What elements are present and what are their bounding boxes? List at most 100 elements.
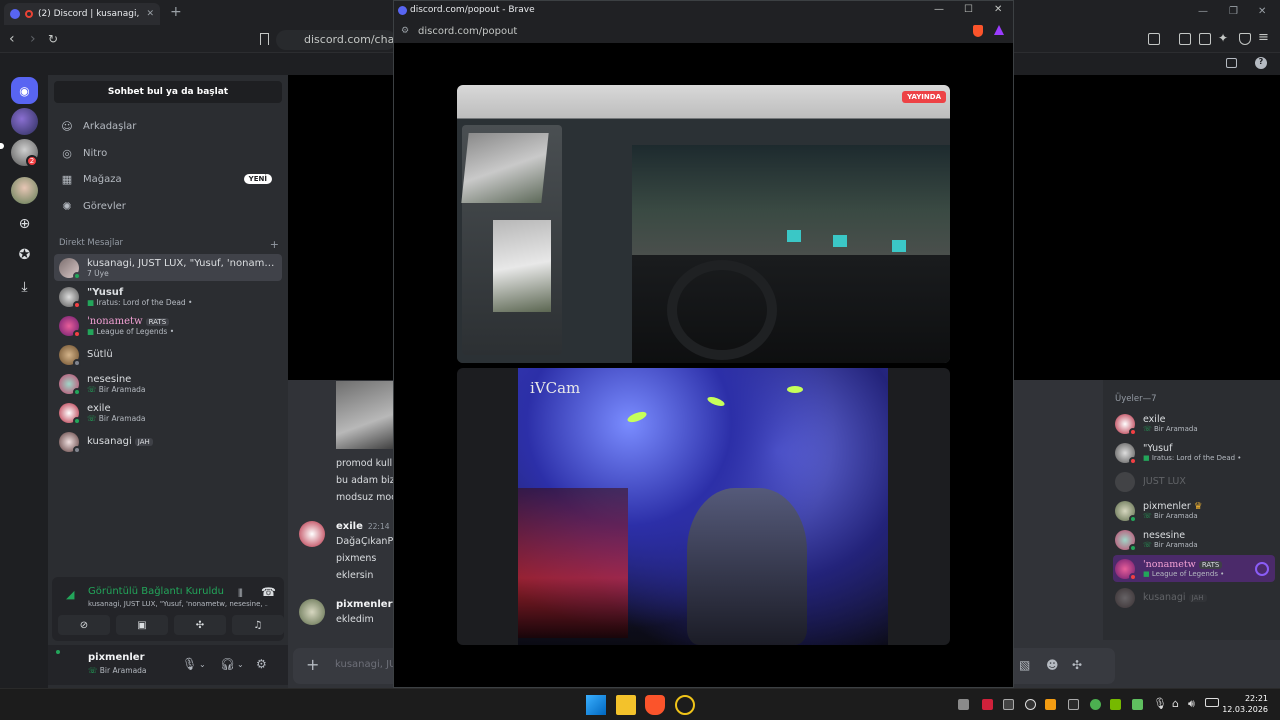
inbox-icon[interactable] [1226,58,1237,68]
server-icon-3[interactable] [11,177,38,204]
server-icon-1[interactable] [11,108,38,135]
close-tab-icon[interactable]: ✕ [146,9,154,19]
dm-item-yusuf[interactable]: "Yusuf ■ Iratus: Lord of the Dead • [54,283,282,310]
brave-browser-icon[interactable] [645,695,665,715]
user-name[interactable]: pixmenler [88,652,145,663]
maximize-icon[interactable]: ☐ [964,4,973,15]
bookmark-icon[interactable] [260,33,269,45]
battery-icon[interactable] [1205,698,1219,707]
app-icon[interactable] [675,695,695,715]
camera-stream[interactable]: iVCam [457,368,950,645]
noise-suppression-icon[interactable]: ⦀ [238,587,243,601]
forward-icon[interactable]: › [30,31,36,47]
rewards-icon[interactable] [994,25,1004,35]
minimize-icon[interactable]: — [1198,6,1208,17]
message-image[interactable] [336,381,396,449]
headphones-icon[interactable]: 🎧︎ [220,657,235,671]
chevron-down-icon[interactable]: ⌄ [237,660,244,669]
member-item[interactable]: kusanagi JAH [1113,584,1275,611]
microphone-icon[interactable]: 🎙︎ [1153,697,1167,710]
cab-light [787,230,801,242]
close-window-icon[interactable]: ✕ [1258,6,1266,17]
activities-button[interactable]: ✣ [174,615,226,635]
find-conversation-button[interactable]: Sohbet bul ya da başlat [54,81,282,103]
minimize-icon[interactable]: — [934,4,944,15]
voice-status[interactable]: Görüntülü Bağlantı Kuruldu [88,586,224,597]
url-field[interactable]: discord.com/channel [276,30,396,50]
member-item[interactable]: nesesine ☏ Bir Aramada [1113,526,1275,553]
file-explorer-icon[interactable] [616,695,636,715]
dm-item-sutlu[interactable]: Sütlü [54,341,282,368]
tray-icon[interactable] [1110,699,1121,710]
network-icon[interactable]: ⌂ [1172,697,1179,710]
tray-icon[interactable] [1003,699,1014,710]
wallet-icon[interactable] [1199,33,1211,45]
member-item[interactable]: JUST LUX [1113,468,1275,495]
clock[interactable]: 22:21 12.03.2026 [1222,693,1268,715]
lower-mirror [493,220,551,312]
start-button-icon[interactable] [586,695,606,715]
dm-item-exile[interactable]: exile ☏ Bir Aramada [54,399,282,426]
chevron-down-icon[interactable]: ⌄ [199,660,206,669]
discover-icon[interactable]: ✪ [11,241,38,268]
gear-icon[interactable]: ⚙ [256,657,267,671]
message-avatar[interactable] [299,521,325,547]
tray-icon[interactable] [1132,699,1143,710]
message-avatar[interactable] [299,599,325,625]
dm-item-nonametw[interactable]: 'nonametw RATS ■ League of Legends • [54,312,282,339]
tray-icon[interactable] [958,699,969,710]
close-window-icon[interactable]: ✕ [994,4,1002,15]
restore-icon[interactable]: ❐ [1229,6,1238,17]
nav-nitro[interactable]: ◎ Nitro [54,141,282,165]
popout-url[interactable]: discord.com/popout [418,26,517,37]
leo-ai-icon[interactable]: ✦ [1218,31,1228,45]
new-tab-button[interactable]: + [170,4,182,20]
attach-button[interactable]: + [306,655,319,674]
volume-icon[interactable]: 🔊︎ [1188,697,1195,711]
reload-icon[interactable]: ↻ [48,32,58,46]
sidebar-icon[interactable] [1179,33,1191,45]
apps-icon[interactable]: ✣ [1072,658,1082,672]
help-icon[interactable]: ? [1255,57,1267,69]
dm-item-nesesine[interactable]: nesesine ☏ Bir Aramada [54,370,282,397]
member-item[interactable]: "Yusuf ■ Iratus: Lord of the Dead • [1113,439,1275,466]
download-icon[interactable]: ⤓ [11,273,38,300]
dm-item-group[interactable]: kusanagi, JUST LUX, "Yusuf, 'nonamet... 7… [54,254,282,281]
nav-quests[interactable]: ✺ Görevler [54,194,282,218]
screen-share-stream[interactable]: YAYINDA [457,85,950,363]
camera-toggle-button[interactable]: ⊘ [58,615,110,635]
brave-shield-icon[interactable] [973,25,983,37]
back-icon[interactable]: ‹ [9,31,15,47]
soundboard-button[interactable]: ♫ [232,615,284,635]
tab-search-icon[interactable] [1148,33,1160,45]
nav-shop[interactable]: ▦ Mağaza YENİ [54,167,282,191]
discord-home-icon[interactable]: ◉ [11,77,38,104]
disconnect-icon[interactable]: ☎ [261,585,276,599]
tray-icon[interactable] [1090,699,1101,710]
tray-icon[interactable] [982,699,993,710]
shop-icon: ▦ [61,172,73,186]
shield-icon[interactable] [1239,33,1251,45]
site-info-icon[interactable]: ⚙ [401,26,409,36]
menu-icon[interactable]: ≡ [1258,30,1269,45]
add-server-icon[interactable]: ⊕ [11,210,38,237]
screen-share-button[interactable]: ▣ [116,615,168,635]
sticker-icon[interactable]: ▧ [1019,658,1030,672]
member-sub: ☏ Bir Aramada [1143,512,1198,520]
clan-tag: JAH [1188,594,1207,602]
dm-sub: ☏ Bir Aramada [87,384,146,394]
tray-icon[interactable] [1025,699,1036,710]
member-name: pixmenler ♛ [1143,501,1203,512]
member-item[interactable]: exile ☏ Bir Aramada [1113,410,1275,437]
dm-item-kusanagi[interactable]: kusanagi JAH [54,428,282,455]
browser-tab[interactable]: (2) Discord | kusanagi, JUST L ✕ [4,3,160,25]
nav-friends[interactable]: ☺ Arkadaşlar [54,114,282,138]
member-item[interactable]: 'nonametw RATS ■ League of Legends • [1113,555,1275,582]
message-author[interactable]: exile 22:14 [336,521,390,532]
tray-icon[interactable] [1045,699,1056,710]
emoji-icon[interactable]: ☻ [1046,658,1059,672]
microphone-icon[interactable]: 🎙︎ [182,657,197,671]
member-item[interactable]: pixmenler ♛ ☏ Bir Aramada [1113,497,1275,524]
create-dm-button[interactable]: + [270,238,279,251]
tray-icon[interactable] [1068,699,1079,710]
